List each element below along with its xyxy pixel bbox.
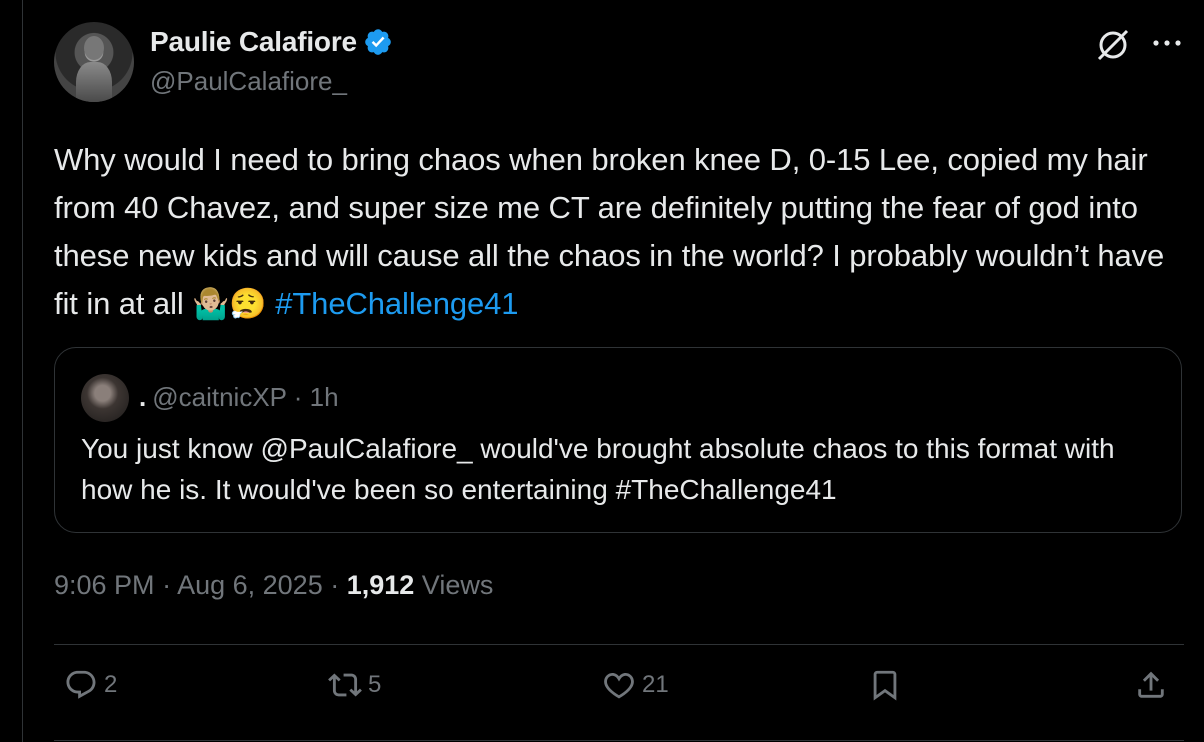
quote-separator: ·	[286, 382, 310, 412]
bookmark-button[interactable]	[868, 668, 902, 702]
quote-display-name[interactable]: .	[139, 382, 146, 412]
divider	[54, 740, 1184, 741]
quote-author-avatar[interactable]	[81, 374, 129, 422]
tweet-time[interactable]: 9:06 PM	[54, 570, 155, 600]
reply-count: 2	[104, 671, 118, 698]
repost-icon	[328, 673, 362, 697]
more-icon[interactable]	[1152, 36, 1182, 50]
tweet-emojis: 🤷🏼‍♂️😮‍💨	[192, 287, 267, 322]
author-display-name[interactable]: Paulie Calafiore	[150, 26, 357, 58]
tweet-hashtag-link[interactable]: #TheChallenge41	[275, 286, 518, 321]
reply-icon	[66, 670, 96, 699]
like-count: 21	[642, 671, 669, 698]
quote-handle[interactable]: @caitnicXP	[152, 382, 286, 412]
author-name-row: Paulie Calafiore	[150, 26, 393, 58]
views-label[interactable]: Views	[414, 570, 494, 600]
quote-text: You just know @PaulCalafiore_ would've b…	[81, 433, 1115, 505]
timeline-border	[22, 0, 23, 742]
quote-tweet[interactable]: . @caitnicXP · 1h You just know @PaulCala…	[54, 347, 1182, 533]
grok-icon[interactable]	[1094, 26, 1132, 64]
action-bar: 2 5 21	[54, 668, 1184, 718]
meta-separator: ·	[154, 570, 178, 600]
tweet-meta: 9:06 PM · Aug 6, 2025 · 1,912 Views	[54, 570, 493, 601]
share-icon	[1138, 671, 1164, 698]
meta-separator: ·	[322, 570, 347, 600]
tweet-date[interactable]: Aug 6, 2025	[177, 570, 323, 600]
divider	[54, 644, 1184, 645]
author-avatar[interactable]	[54, 22, 134, 102]
like-icon	[604, 672, 634, 699]
bookmark-icon	[873, 670, 897, 701]
author-handle[interactable]: @PaulCalafiore_	[150, 66, 347, 97]
repost-button[interactable]: 5	[328, 668, 381, 702]
tweet: Paulie Calafiore @PaulCalafiore_ Why wou…	[54, 0, 1184, 742]
reply-button[interactable]: 2	[64, 668, 117, 702]
verified-badge-icon[interactable]	[363, 27, 393, 57]
repost-count: 5	[368, 671, 382, 698]
quote-time[interactable]: 1h	[310, 382, 339, 412]
tweet-text: Why would I need to bring chaos when bro…	[54, 136, 1182, 329]
quote-header: . @caitnicXP · 1h	[139, 382, 339, 413]
like-button[interactable]: 21	[602, 668, 669, 702]
views-count[interactable]: 1,912	[347, 570, 415, 600]
share-button[interactable]	[1134, 668, 1168, 702]
